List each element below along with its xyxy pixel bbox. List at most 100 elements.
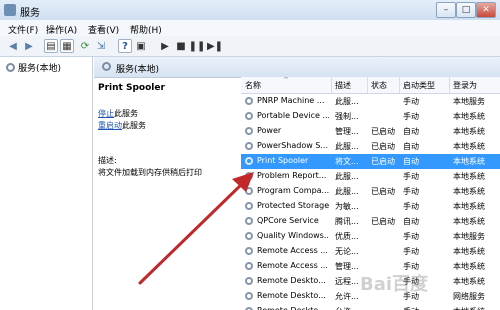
cell-logon: 本地系统: [453, 277, 485, 286]
cell-status: 已启动: [371, 187, 395, 196]
close-button[interactable]: ✕: [476, 2, 496, 18]
gear-icon: [6, 63, 15, 72]
cell-description: 管理...: [335, 127, 359, 136]
tree-item-label: 服务(本地): [18, 64, 62, 74]
services-panel: 服务(本地) Print Spooler 停止此服务 重启动此服务 描述: 将文…: [94, 57, 500, 310]
start-service-icon[interactable]: ▶: [158, 39, 172, 53]
service-gear-icon: [245, 262, 253, 270]
service-description-pane: Print Spooler 停止此服务 重启动此服务 描述: 将文件加载到内存供…: [96, 77, 236, 310]
cell-startup-type: 自动: [403, 157, 419, 166]
view-icon[interactable]: ▣: [134, 39, 148, 53]
pause-service-icon[interactable]: ❚❚: [189, 39, 206, 53]
cell-description: 为敏...: [335, 202, 359, 211]
tree-item-services-local[interactable]: 服务(本地): [6, 61, 61, 74]
stop-service-icon[interactable]: ■: [174, 39, 188, 53]
table-row[interactable]: Quality Windows... 优质... 手动 本地服务: [241, 229, 500, 244]
service-gear-icon: [245, 172, 253, 180]
table-row[interactable]: Protected Storage 为敏... 手动 本地系统: [241, 199, 500, 214]
restart-service-link[interactable]: 重启动: [98, 121, 122, 130]
restart-service-icon[interactable]: ▶❚: [207, 39, 223, 53]
menu-action[interactable]: 操作(A): [46, 23, 77, 36]
menu-file[interactable]: 文件(F): [8, 23, 38, 36]
cell-logon: 本地系统: [453, 142, 485, 151]
minimize-button[interactable]: –: [436, 2, 456, 18]
cell-status: 已启动: [371, 142, 395, 151]
table-row[interactable]: PNRP Machine ... 此服... 手动 本地服务: [241, 94, 500, 109]
cell-status: 已启动: [371, 157, 395, 166]
back-icon[interactable]: ◀: [6, 39, 20, 53]
cell-description: 此服...: [335, 187, 359, 196]
cell-startup-type: 自动: [403, 142, 419, 151]
column-header-name[interactable]: 名称: [245, 80, 261, 91]
service-gear-icon: [245, 217, 253, 225]
column-header-startup-type[interactable]: 启动类型: [403, 80, 435, 91]
service-gear-icon: [245, 187, 253, 195]
cell-startup-type: 自动: [403, 127, 419, 136]
cell-logon: 本地系统: [453, 217, 485, 226]
cell-description: 此服...: [335, 97, 359, 106]
cell-logon: 本地系统: [453, 127, 485, 136]
cell-startup-type: 自动: [403, 217, 419, 226]
cell-logon: 网络服务: [453, 292, 485, 301]
cell-logon: 本地系统: [453, 262, 485, 271]
table-row[interactable]: Problem Report... 此服... 手动 本地系统: [241, 169, 500, 184]
column-header-logon[interactable]: 登录为: [453, 80, 477, 91]
service-gear-icon: [245, 157, 253, 165]
cell-description: 允许...: [335, 306, 367, 310]
cell-description: 无论...: [335, 247, 359, 256]
table-row[interactable]: Power 管理... 已启动 自动 本地系统: [241, 124, 500, 139]
description-label: 描述:: [98, 156, 117, 165]
service-gear-icon: [245, 247, 253, 255]
maximize-button[interactable]: □: [456, 2, 476, 18]
table-row[interactable]: Remote Access ... 无论... 手动 本地系统: [241, 244, 500, 259]
properties-icon[interactable]: ▦: [60, 39, 74, 53]
cell-logon: 本地服务: [453, 232, 485, 241]
cell-logon: 本地系统: [453, 306, 499, 310]
stop-service-suffix: 此服务: [114, 109, 138, 118]
stop-service-link[interactable]: 停止: [98, 109, 114, 118]
table-row[interactable]: QPCore Service 腾讯... 已启动 自动 本地系统: [241, 214, 500, 229]
cell-name: Power: [257, 126, 282, 135]
services-app-icon: [4, 4, 16, 16]
console-tree: 服务(本地): [0, 57, 93, 310]
description-text: 将文件加载到内存供稍后打印: [98, 168, 202, 177]
panel-header: 服务(本地): [94, 57, 500, 78]
console-tree-icon[interactable]: ▤: [44, 39, 58, 53]
cell-startup-type: 手动: [403, 247, 419, 256]
gear-icon: [102, 62, 111, 71]
menu-help[interactable]: 帮助(H): [130, 23, 162, 36]
stop-service-line: 停止此服务: [98, 108, 138, 119]
table-row[interactable]: Portable Device ... 强制... 手动 本地系统: [241, 109, 500, 124]
cell-name: QPCore Service: [257, 216, 319, 225]
cell-startup-type: 手动: [403, 306, 447, 310]
cell-name: Problem Report...: [257, 171, 327, 180]
cell-status: 已启动: [371, 217, 395, 226]
cell-description: 此服...: [335, 142, 359, 151]
table-row[interactable]: Print Spooler 将文... 已启动 自动 本地系统: [241, 154, 500, 169]
column-header-description[interactable]: 描述: [335, 80, 351, 91]
cell-startup-type: 手动: [403, 112, 419, 121]
cell-name: Remote Access ...: [257, 261, 328, 270]
column-header-status[interactable]: 状态: [371, 80, 387, 91]
table-row[interactable]: Program Compa... 此服... 已启动 手动 本地系统: [241, 184, 500, 199]
table-row[interactable]: PowerShadow S... 此服... 已启动 自动 本地系统: [241, 139, 500, 154]
table-row[interactable]: Remote Deskto... 允许... 手动 本地系统: [241, 304, 500, 310]
help-icon[interactable]: ?: [118, 39, 132, 53]
cell-name: Remote Deskto...: [257, 276, 326, 285]
cell-name: PowerShadow S...: [257, 141, 329, 150]
cell-startup-type: 手动: [403, 232, 419, 241]
refresh-icon[interactable]: ⟳: [78, 39, 92, 53]
export-icon[interactable]: ⇲: [94, 39, 108, 53]
watermark-logo: Bai百度: [360, 274, 429, 295]
cell-name: Remote Access ...: [257, 246, 328, 255]
toolbar: ◀ ▶ ▤ ▦ ⟳ ⇲ ? ▣ ▶ ■ ❚❚ ▶❚: [0, 36, 500, 57]
cell-logon: 本地系统: [453, 112, 485, 121]
menu-view[interactable]: 查看(V): [88, 23, 119, 36]
cell-name: PNRP Machine ...: [257, 96, 325, 105]
table-header: 名称 ^ 描述 状态 启动类型 登录为: [241, 77, 500, 94]
cell-name: Remote Deskto...: [257, 306, 329, 310]
cell-startup-type: 手动: [403, 172, 419, 181]
forward-icon[interactable]: ▶: [22, 39, 36, 53]
service-gear-icon: [245, 292, 253, 300]
service-gear-icon: [245, 97, 253, 105]
